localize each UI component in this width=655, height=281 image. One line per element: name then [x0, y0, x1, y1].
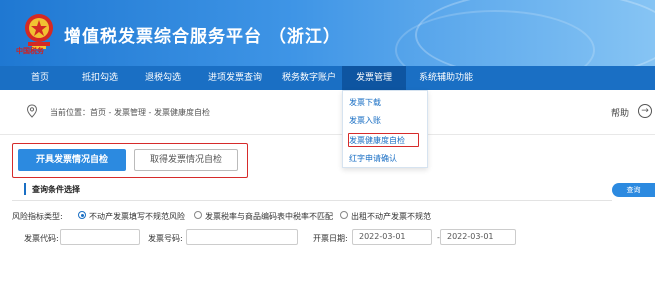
query-button[interactable]: 查询	[612, 183, 655, 197]
help-arrow-icon[interactable]: →	[638, 104, 652, 118]
nav-item-tax-digital-account[interactable]: 税务数字账户	[276, 66, 342, 90]
breadcrumb: 当前位置：首页 - 发票管理 - 发票健康度自检	[50, 107, 210, 118]
section-title: 查询条件选择	[32, 185, 80, 194]
nav-item-home[interactable]: 首页	[12, 66, 68, 90]
date-start-input[interactable]: 2022-03-01	[352, 229, 432, 245]
location-icon	[26, 104, 38, 118]
section-marker	[24, 183, 26, 195]
divider	[0, 134, 655, 135]
risk-option-radio-2[interactable]	[194, 211, 202, 219]
app-header: 中国税务 增值税发票综合服务平台 （浙江）	[0, 0, 655, 66]
help-link[interactable]: 帮助	[611, 106, 629, 119]
menu-item-invoice-entry[interactable]: 发票入账	[349, 115, 381, 126]
nav-item-refund[interactable]: 退税勾选	[132, 66, 194, 90]
invoice-management-dropdown: 发票下载 发票入账 发票健康度自检 红字申请确认	[342, 90, 428, 168]
menu-item-red-letter-confirm[interactable]: 红字申请确认	[349, 153, 397, 164]
breadcrumb-prefix: 当前位置：	[50, 108, 90, 117]
nav-item-input-invoice-query[interactable]: 进项发票查询	[194, 66, 276, 90]
menu-item-invoice-health-check[interactable]: 发票健康度自检	[349, 135, 405, 146]
risk-option-label-3[interactable]: 出租不动产发票不规范	[351, 211, 431, 222]
tab-received-invoice-check[interactable]: 取得发票情况自检	[134, 149, 238, 171]
risk-option-radio-1[interactable]	[78, 211, 86, 219]
invoice-number-input[interactable]	[186, 229, 298, 245]
tab-issued-invoice-check[interactable]: 开具发票情况自检	[18, 149, 126, 171]
main-nav: 首页 抵扣勾选 退税勾选 进项发票查询 税务数字账户 发票管理 系统辅助功能	[0, 66, 655, 90]
invoice-code-input[interactable]	[60, 229, 140, 245]
nav-item-system-tools[interactable]: 系统辅助功能	[406, 66, 486, 90]
date-end-input[interactable]: 2022-03-01	[440, 229, 516, 245]
menu-item-invoice-download[interactable]: 发票下载	[349, 97, 381, 108]
breadcrumb-path[interactable]: 首页 - 发票管理 - 发票健康度自检	[90, 108, 210, 117]
nav-item-deduction[interactable]: 抵扣勾选	[68, 66, 132, 90]
risk-type-label: 风险指标类型:	[12, 212, 63, 221]
invoice-code-label: 发票代码:	[24, 234, 59, 243]
nav-item-invoice-management[interactable]: 发票管理	[342, 66, 406, 90]
logo-text: 中国税务	[16, 46, 44, 55]
risk-option-label-2[interactable]: 发票税率与商品编码表中税率不匹配	[205, 211, 333, 222]
invoice-date-label: 开票日期:	[313, 234, 348, 243]
risk-option-label-1[interactable]: 不动产发票填写不规范风险	[89, 211, 185, 222]
risk-option-radio-3[interactable]	[340, 211, 348, 219]
divider	[12, 200, 612, 201]
invoice-number-label: 发票号码:	[148, 234, 183, 243]
app-title: 增值税发票综合服务平台 （浙江）	[64, 27, 341, 47]
